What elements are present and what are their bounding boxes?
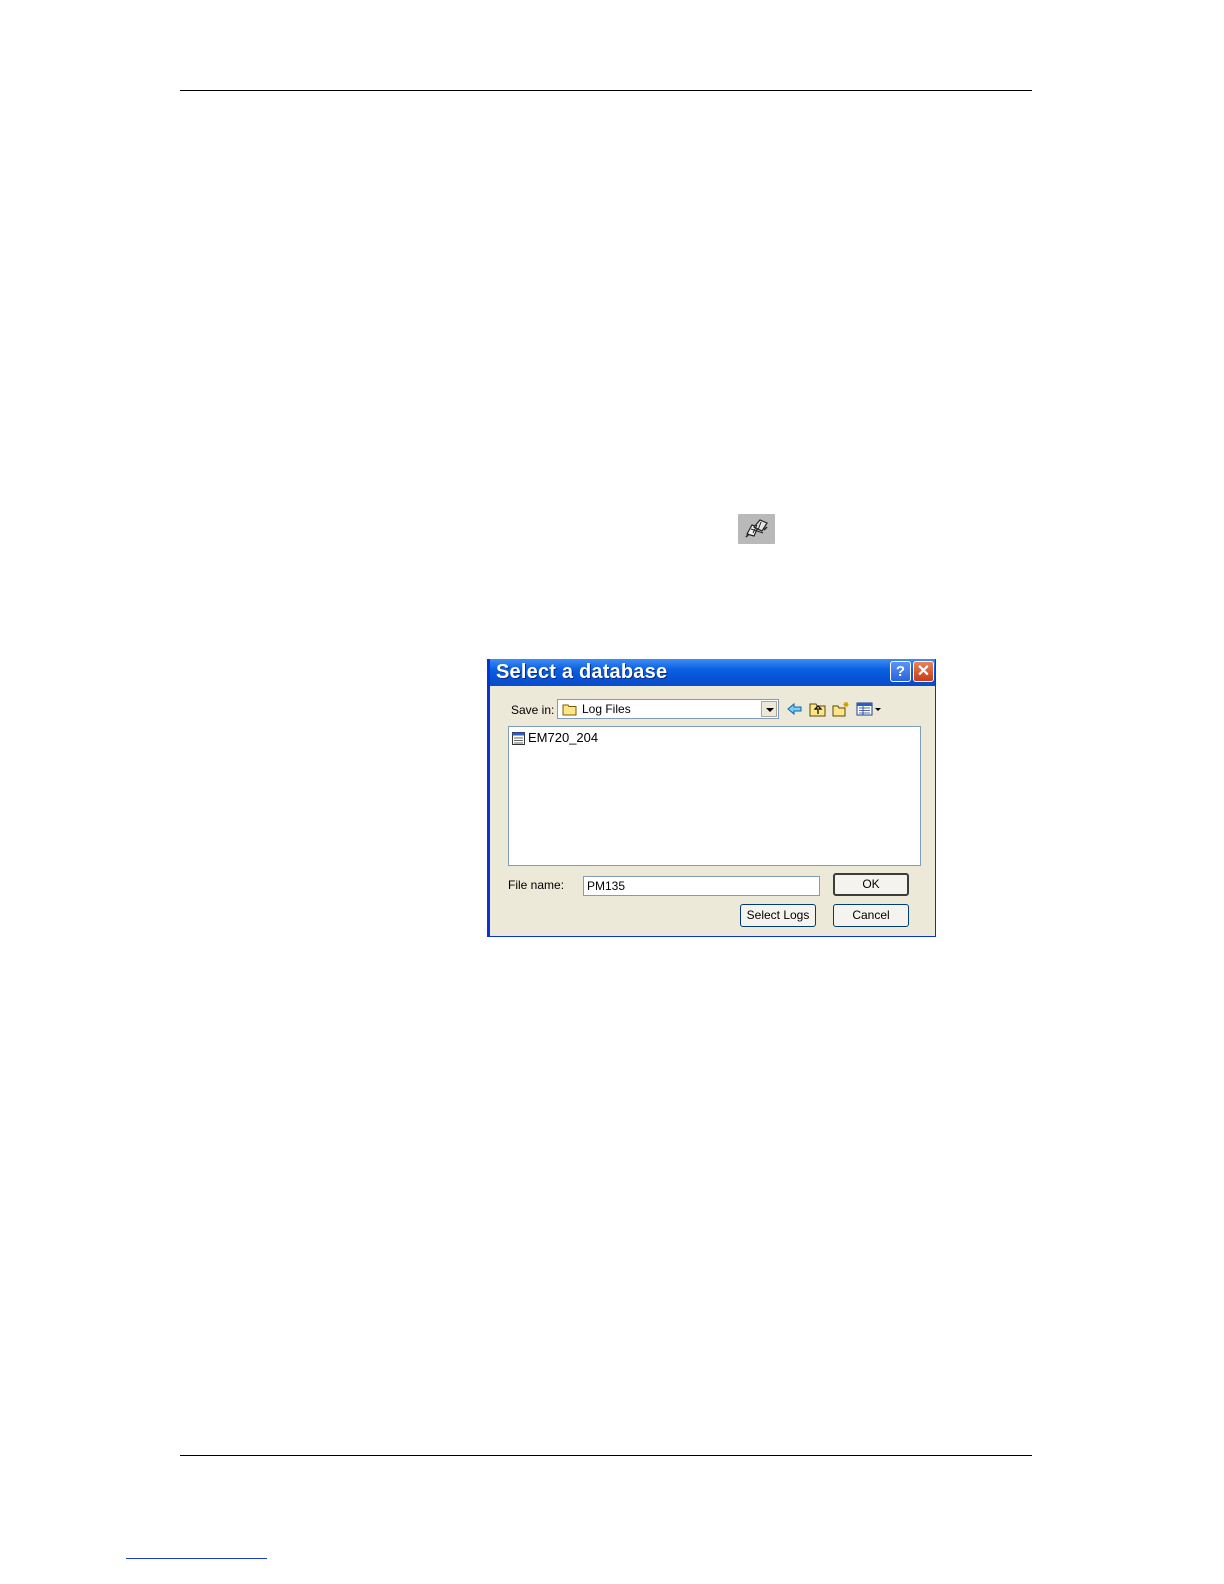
header-rule xyxy=(180,90,1032,91)
file-name-input[interactable] xyxy=(583,876,820,896)
select-logs-button[interactable]: Select Logs xyxy=(740,904,816,927)
help-button[interactable]: ? xyxy=(890,661,911,682)
save-in-value: Log Files xyxy=(582,702,631,716)
connect-toolbar-icon xyxy=(738,514,775,544)
ok-button[interactable]: OK xyxy=(833,873,909,896)
save-in-dropdown[interactable]: Log Files xyxy=(557,699,779,719)
cancel-button[interactable]: Cancel xyxy=(833,904,909,927)
database-file-icon xyxy=(512,732,525,745)
file-list[interactable]: EM720_204 xyxy=(508,726,921,866)
save-in-label: Save in: xyxy=(511,703,555,717)
dialog-title: Select a database xyxy=(496,661,668,683)
file-name: EM720_204 xyxy=(528,730,599,745)
view-menu-icon[interactable] xyxy=(856,701,884,717)
folder-icon xyxy=(562,704,577,716)
footnote-rule xyxy=(126,1558,267,1559)
footer-rule xyxy=(180,1455,1032,1456)
new-folder-icon[interactable] xyxy=(832,701,850,717)
chevron-down-icon[interactable] xyxy=(761,701,777,717)
up-folder-icon[interactable] xyxy=(809,701,827,717)
back-arrow-icon[interactable] xyxy=(786,701,804,717)
dialog-titlebar: Select a database ? ✕ xyxy=(490,659,935,686)
select-database-dialog: Select a database ? ✕ Save in: Log Files xyxy=(487,659,936,937)
close-button[interactable]: ✕ xyxy=(913,661,934,682)
file-name-label: File name: xyxy=(508,878,565,892)
